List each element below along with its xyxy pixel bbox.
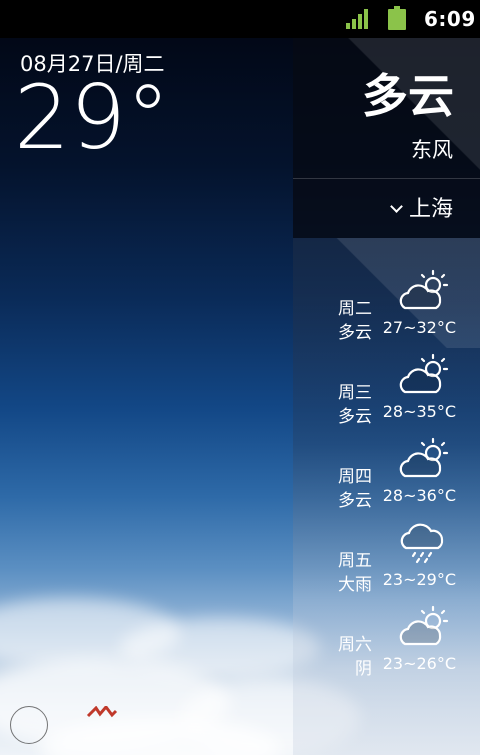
refresh-icon[interactable] [10, 706, 48, 744]
forecast-day: 周四 [338, 467, 372, 487]
forecast-row: 周四 多云 28~36°C [293, 434, 480, 514]
forecast-row: 周六 阴 23~26°C [293, 602, 480, 682]
current-condition: 多云 [362, 69, 454, 123]
signal-bars-icon [346, 9, 372, 29]
current-condition-panel: 多云 东风 上海 [293, 38, 480, 238]
current-temperature: 29° [14, 66, 170, 169]
weather-background: 08月27日/周二 29° 多云 东风 上海 周二 多云 27~32°C 周三 … [0, 38, 480, 755]
city-name: 上海 [408, 197, 453, 222]
divider [293, 178, 480, 179]
partly-cloudy-icon [397, 604, 453, 650]
forecast-row: 周五 大雨 23~29°C [293, 518, 480, 598]
partly-cloudy-icon [397, 268, 453, 314]
forecast-row: 周二 多云 27~32°C [293, 266, 480, 346]
forecast-temp-range: 23~29°C [382, 570, 456, 589]
partly-cloudy-icon [397, 436, 453, 482]
forecast-condition: 大雨 [338, 575, 372, 595]
battery-icon [388, 6, 406, 30]
forecast-day: 周五 [338, 551, 372, 571]
partly-cloudy-icon [397, 352, 453, 398]
status-time: 6:09 [424, 7, 476, 31]
chevron-down-icon [390, 200, 403, 213]
current-wind: 东风 [411, 138, 453, 162]
rain-cloud-icon [397, 520, 453, 566]
forecast-condition: 多云 [338, 323, 372, 343]
forecast-day: 周二 [338, 299, 372, 319]
forecast-day: 周六 [338, 635, 372, 655]
forecast-temp-range: 23~26°C [382, 654, 456, 673]
city-selector[interactable]: 上海 [390, 191, 453, 223]
forecast-temp-range: 28~35°C [382, 402, 456, 421]
status-bar: 6:09 [0, 0, 480, 38]
forecast-temp-range: 27~32°C [382, 318, 456, 337]
forecast-panel: 周二 多云 27~32°C 周三 多云 28~35°C 周四 多云 28~36°… [293, 238, 480, 755]
forecast-row: 周三 多云 28~35°C [293, 350, 480, 430]
forecast-condition: 多云 [338, 407, 372, 427]
bird-icon [86, 706, 118, 718]
forecast-condition: 阴 [355, 659, 372, 679]
forecast-condition: 多云 [338, 491, 372, 511]
forecast-day: 周三 [338, 383, 372, 403]
forecast-temp-range: 28~36°C [382, 486, 456, 505]
